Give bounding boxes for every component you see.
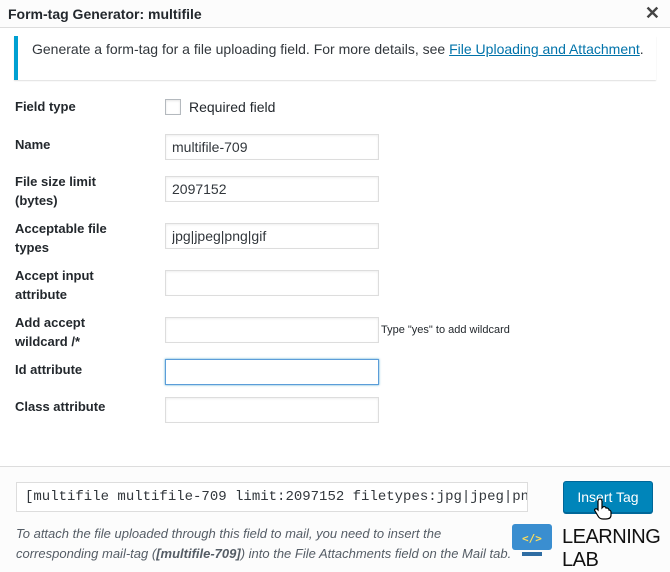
accept-input-attribute-input[interactable] bbox=[165, 270, 379, 296]
notice-text: Generate a form-tag for a file uploading… bbox=[32, 41, 450, 57]
required-field-label[interactable]: Required field bbox=[189, 99, 275, 115]
close-icon[interactable]: ✕ bbox=[645, 3, 660, 23]
file-size-limit-label: File size limit (bytes) bbox=[15, 174, 96, 208]
id-attribute-label: Id attribute bbox=[15, 362, 83, 377]
watermark-text: LEARNING LAB bbox=[562, 526, 661, 571]
acceptable-file-types-label: Acceptable file types bbox=[15, 221, 107, 255]
file-size-limit-input[interactable] bbox=[165, 176, 379, 202]
accept-input-attribute-label: Accept input attribute bbox=[15, 268, 94, 302]
notice-after: . bbox=[639, 41, 644, 57]
dialog-title: Form-tag Generator: multifile bbox=[8, 6, 202, 22]
hand-cursor-icon bbox=[594, 498, 612, 520]
required-field-checkbox[interactable] bbox=[165, 99, 181, 115]
file-uploading-link[interactable]: File Uploading and Attachment bbox=[449, 41, 640, 57]
note-mail-tag: [multifile-709] bbox=[156, 546, 241, 561]
tag-output-field[interactable]: [multifile multifile-709 limit:2097152 f… bbox=[16, 482, 528, 512]
code-icon: </> bbox=[522, 532, 542, 545]
wildcard-hint: Type "yes" to add wildcard bbox=[381, 324, 510, 336]
note-after: ) into the File Attachments field on the… bbox=[240, 546, 512, 561]
acceptable-file-types-input[interactable] bbox=[165, 223, 379, 249]
add-accept-wildcard-input[interactable] bbox=[165, 317, 379, 343]
learning-lab-watermark: </> LEARNING LAB bbox=[508, 520, 670, 571]
id-attribute-input[interactable] bbox=[165, 359, 379, 385]
field-type-label: Field type bbox=[15, 99, 76, 114]
class-attribute-input[interactable] bbox=[165, 397, 379, 423]
mail-attachment-note: To attach the file uploaded through this… bbox=[16, 524, 516, 564]
add-accept-wildcard-label: Add accept wildcard /* bbox=[15, 315, 86, 349]
dialog-titlebar: Form-tag Generator: multifile ✕ bbox=[0, 0, 670, 28]
info-notice: Generate a form-tag for a file uploading… bbox=[14, 36, 656, 80]
name-label: Name bbox=[15, 137, 51, 152]
name-input[interactable] bbox=[165, 134, 379, 160]
class-attribute-label: Class attribute bbox=[15, 399, 106, 414]
monitor-icon: </> bbox=[512, 524, 552, 556]
